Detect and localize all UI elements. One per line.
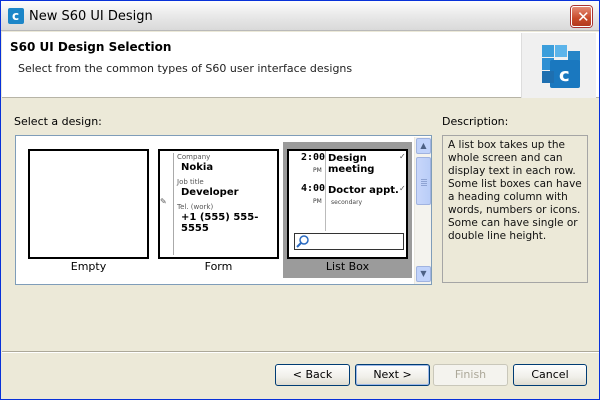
form-field-value: Nokia <box>181 162 214 173</box>
window-title: New S60 UI Design <box>29 9 153 24</box>
back-button[interactable]: < Back <box>275 364 350 386</box>
scroll-up-button[interactable]: ▲ <box>416 138 431 154</box>
svg-text:c: c <box>559 65 570 86</box>
form-field-label: Job title <box>177 178 204 186</box>
form-field-value: +1 (555) 555-5555 <box>181 212 259 234</box>
listbox-ampm: PM <box>313 167 322 174</box>
checkmark-icon: ✓ <box>399 184 406 193</box>
next-button[interactable]: Next > <box>355 364 430 386</box>
close-icon: ✕ <box>577 8 590 26</box>
wizard-logo: c <box>521 33 596 98</box>
listbox-item-title: Doctor appt. <box>328 185 399 196</box>
description-text: A list box takes up the whole screen and… <box>442 135 588 283</box>
button-bar-separator <box>2 351 599 353</box>
listbox-time: 4:00 <box>301 183 326 194</box>
design-form-caption: Form <box>204 260 233 273</box>
form-divider <box>173 153 174 255</box>
design-gallery: Empty ✎ Company Nokia Job title Develope… <box>15 135 432 285</box>
wizard-window: c New S60 UI Design ✕ S60 UI Design Sele… <box>0 0 600 400</box>
listbox-item-subtitle: secondary <box>331 199 363 206</box>
wizard-banner: S60 UI Design Selection Select from the … <box>2 32 599 98</box>
select-design-label: Select a design: <box>14 115 102 128</box>
page-description: Select from the common types of S60 user… <box>18 62 353 75</box>
title-bar: c New S60 UI Design ✕ <box>1 1 599 31</box>
search-icon <box>296 235 309 248</box>
page-title: S60 UI Design Selection <box>10 40 172 54</box>
listbox-ampm: PM <box>313 198 322 205</box>
design-listbox-caption: List Box <box>325 260 370 273</box>
scroll-thumb[interactable] <box>416 157 431 205</box>
chevron-up-icon: ▲ <box>420 141 427 150</box>
design-empty-caption: Empty <box>70 260 107 273</box>
pencil-icon: ✎ <box>160 197 167 206</box>
checkmark-icon: ✓ <box>399 152 406 161</box>
chevron-down-icon: ▼ <box>420 269 427 278</box>
carbide-app-icon: c <box>8 8 24 24</box>
form-field-label: Tel. (work) <box>177 203 214 211</box>
close-button[interactable]: ✕ <box>571 6 592 27</box>
listbox-column-divider <box>325 151 326 231</box>
scroll-down-button[interactable]: ▼ <box>416 266 431 282</box>
listbox-item-title: Design meeting <box>328 153 375 175</box>
cancel-button[interactable]: Cancel <box>513 364 587 386</box>
form-field-value: Developer <box>181 187 239 198</box>
listbox-time: 2:00 <box>301 152 326 163</box>
gallery-scrollbar[interactable]: ▲ ▼ <box>414 137 431 284</box>
listbox-search-field <box>294 233 404 250</box>
design-form[interactable]: ✎ Company Nokia Job title Developer Tel.… <box>158 149 279 259</box>
design-listbox[interactable]: 2:00 PM Design meeting ✓ 4:00 PM Doctor … <box>287 149 408 259</box>
description-label: Description: <box>442 115 509 128</box>
finish-button[interactable]: Finish <box>433 364 508 386</box>
design-empty[interactable] <box>28 149 149 259</box>
s60-logo-icon: c <box>542 45 580 88</box>
form-field-label: Company <box>177 153 211 161</box>
